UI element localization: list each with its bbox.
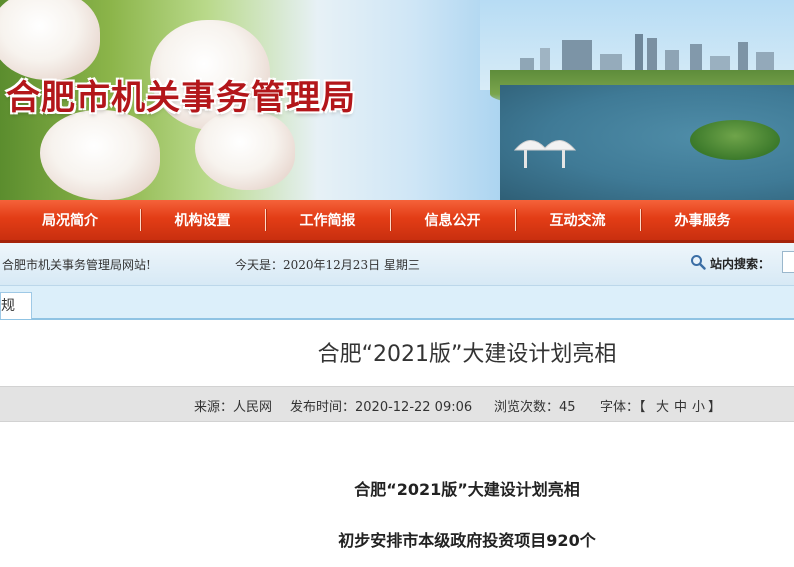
font-size-label: 字体：【 [600, 400, 646, 415]
nav-item-info-disclosure[interactable]: 信息公开 [390, 200, 515, 240]
font-size-medium-link[interactable]: 中 [674, 396, 687, 415]
search-input[interactable] [782, 251, 794, 273]
magnolia-flower-4 [195, 110, 295, 190]
nav-item-services[interactable]: 办事服务 [640, 200, 765, 240]
current-date: 今天是：2020年12月23日 星期三 [235, 258, 420, 272]
body-subheading: 初步安排市本级政府投资项目920个 [338, 531, 596, 550]
article-source: 来源：人民网 [194, 400, 273, 415]
nav-item-overview[interactable]: 局况简介 [0, 200, 140, 240]
magnolia-flower-1 [0, 0, 100, 80]
magnolia-flower-3 [40, 110, 160, 200]
font-size-large-link[interactable]: 大 [656, 396, 669, 415]
breadcrumb-strip: 规 [0, 286, 794, 320]
article-meta-bar: 来源：人民网 发布时间：2020-12-22 09:06 浏览次数：45 字体：… [0, 386, 794, 422]
site-title: 合肥市机关事务管理局 [6, 78, 356, 118]
article-title: 合肥“2021版”大建设计划亮相 [317, 342, 617, 367]
nav-item-work-briefs[interactable]: 工作简报 [265, 200, 390, 240]
font-size-close-bracket: 】 [708, 400, 722, 415]
main-nav: 局况简介 机构设置 工作简报 信息公开 互动交流 办事服务 [0, 200, 794, 243]
search-icon [691, 255, 706, 270]
pavilion-image [513, 140, 577, 168]
nav-item-interaction[interactable]: 互动交流 [515, 200, 640, 240]
search-label: 站内搜索： [710, 257, 771, 271]
welcome-text: 合肥市机关事务管理局网站! [2, 258, 151, 272]
article-published-time: 发布时间：2020-12-22 09:06 [290, 400, 473, 415]
banner-island [690, 120, 780, 160]
body-heading: 合肥“2021版”大建设计划亮相 [354, 480, 580, 499]
breadcrumb-tab[interactable]: 规 [0, 292, 32, 319]
site-banner: 合肥市机关事务管理局 [0, 0, 794, 200]
nav-item-organization[interactable]: 机构设置 [140, 200, 265, 240]
info-bar: 合肥市机关事务管理局网站! 今天是：2020年12月23日 星期三 站内搜索： [0, 243, 794, 286]
font-size-small-link[interactable]: 小 [692, 396, 705, 415]
article-view-count: 浏览次数：45 [494, 400, 576, 415]
